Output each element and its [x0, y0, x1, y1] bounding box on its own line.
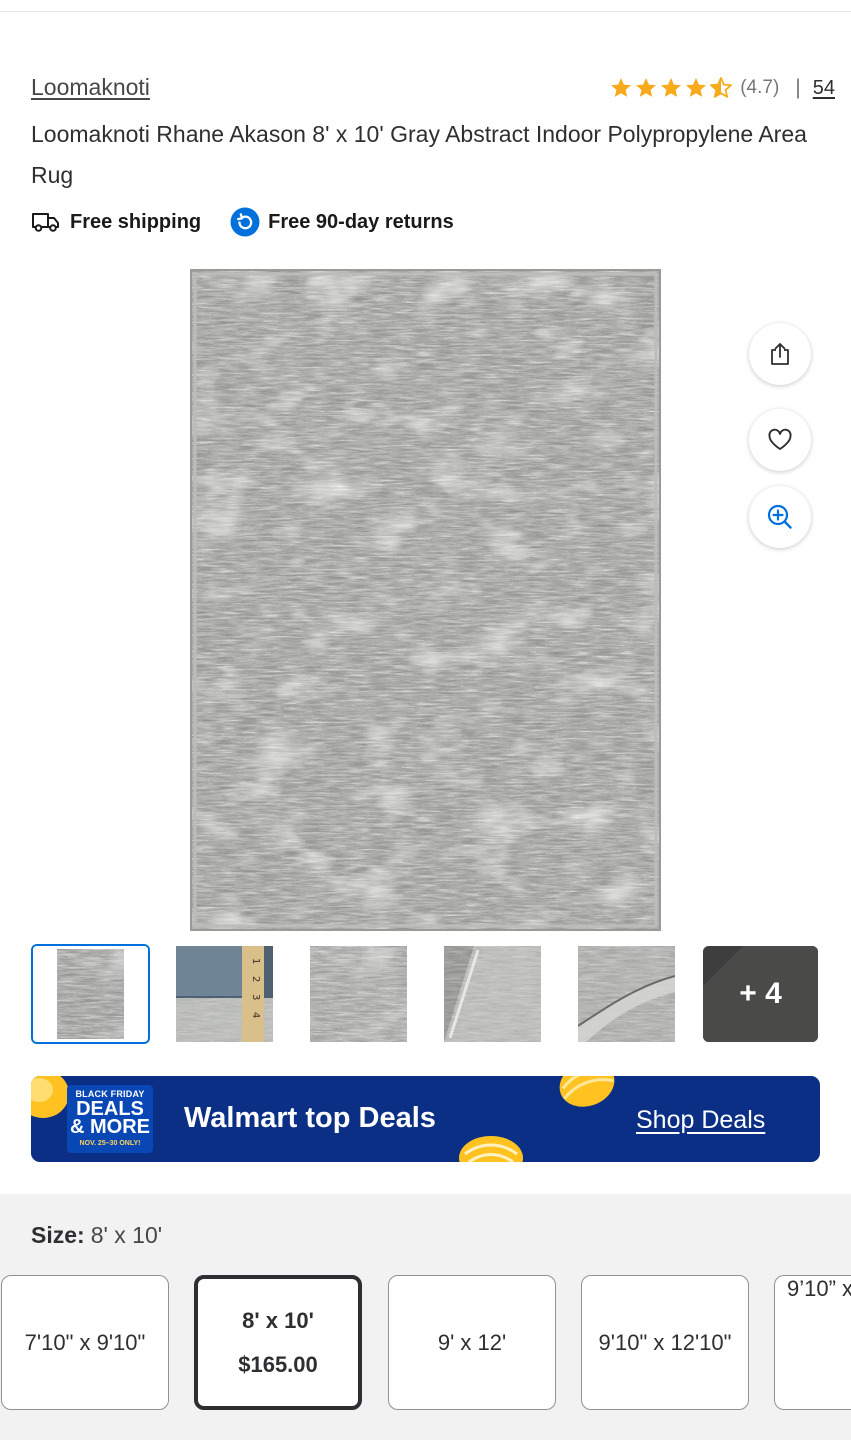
size-option-label: 9' x 12'	[437, 1329, 507, 1355]
selected-size-value: 8' x 10'	[90, 1222, 163, 1248]
thumbnail-strip: 1 2 3 4 + 4	[31, 944, 821, 1044]
size-option-label: 9'10" x 12'10"	[598, 1329, 732, 1355]
thumbnail-image	[578, 946, 675, 1042]
free-returns-label: Free 90-day returns	[268, 210, 454, 233]
free-shipping-label: Free shipping	[70, 210, 202, 233]
size-option-label: 8' x 10'	[242, 1307, 314, 1333]
star-icon	[686, 78, 707, 97]
size-option-price: $165.00	[238, 1351, 318, 1377]
brand-link[interactable]: Loomaknoti	[31, 74, 150, 101]
thumbnail-image	[444, 946, 541, 1042]
product-title: Loomaknoti Rhane Akason 8' x 10' Gray Ab…	[31, 121, 807, 188]
share-icon	[771, 343, 789, 365]
star-rating	[609, 76, 733, 100]
half-star-icon	[710, 77, 733, 98]
size-selector-label: Size: 8' x 10'	[31, 1222, 162, 1249]
heart-icon	[768, 428, 792, 450]
badge-line-3: & MORE	[70, 1116, 150, 1138]
favorite-button[interactable]	[749, 409, 811, 471]
badge-line-4: NOV. 25–30 ONLY!	[79, 1140, 141, 1147]
more-images-button[interactable]: + 4	[703, 946, 818, 1042]
review-count-link[interactable]: 54	[813, 77, 835, 100]
thumbnail-image	[310, 946, 407, 1042]
size-option[interactable]: 9'10" x 12'10"	[581, 1275, 749, 1410]
zoom-button[interactable]	[749, 486, 811, 548]
free-shipping-perk: Free shipping	[31, 211, 201, 234]
star-icon	[636, 78, 657, 97]
promo-title: Walmart top Deals	[184, 1102, 436, 1134]
size-label: Size:	[31, 1222, 85, 1248]
size-variants-section: Size: 8' x 10' 7'10" x 9'10" 8' x 10' $16…	[0, 1194, 851, 1440]
rug-image	[192, 271, 659, 929]
size-option[interactable]: 9’10” x	[774, 1275, 851, 1410]
star-icon	[661, 78, 682, 97]
size-option-label: 9’10” x	[786, 1276, 851, 1301]
perks-row: Free shipping Free 90-day returns	[31, 204, 454, 240]
thumbnail-3[interactable]	[310, 946, 407, 1042]
svg-text:3: 3	[250, 994, 261, 1000]
free-returns-perk: Free 90-day returns	[230, 207, 454, 237]
star-icon	[611, 78, 632, 97]
truck-icon	[32, 213, 59, 232]
top-divider	[0, 11, 851, 12]
share-button[interactable]	[749, 323, 811, 385]
thumbnail-4[interactable]	[444, 946, 541, 1042]
thumbnail-1[interactable]	[31, 944, 150, 1044]
rating-separator: |	[795, 76, 801, 99]
size-option-selected[interactable]: 8' x 10' $165.00	[194, 1275, 362, 1410]
shop-deals-link[interactable]: Shop Deals	[636, 1106, 765, 1135]
black-friday-badge: BLACK FRIDAY DEALS & MORE NOV. 25–30 ONL…	[67, 1085, 153, 1153]
svg-text:1: 1	[250, 958, 261, 964]
more-images-count: + 4	[739, 977, 782, 1010]
size-option[interactable]: 9' x 12'	[388, 1275, 556, 1410]
rating-summary[interactable]: (4.7) | 54	[609, 72, 835, 104]
returns-icon	[230, 207, 260, 237]
size-option-label: 7'10" x 9'10"	[24, 1329, 146, 1355]
svg-text:2: 2	[250, 976, 261, 982]
zoom-in-icon	[767, 504, 792, 529]
product-main-image[interactable]	[190, 269, 661, 931]
svg-text:4: 4	[250, 1012, 261, 1018]
size-option[interactable]: 7'10" x 9'10"	[1, 1275, 169, 1410]
thumbnail-5[interactable]	[578, 946, 675, 1042]
rating-value: (4.7)	[740, 77, 780, 98]
thumbnail-image	[33, 946, 148, 1042]
promo-banner[interactable]: BLACK FRIDAY DEALS & MORE NOV. 25–30 ONL…	[31, 1076, 820, 1162]
thumbnail-image: 1 2 3 4	[176, 946, 273, 1042]
thumbnail-2[interactable]: 1 2 3 4	[176, 946, 273, 1042]
